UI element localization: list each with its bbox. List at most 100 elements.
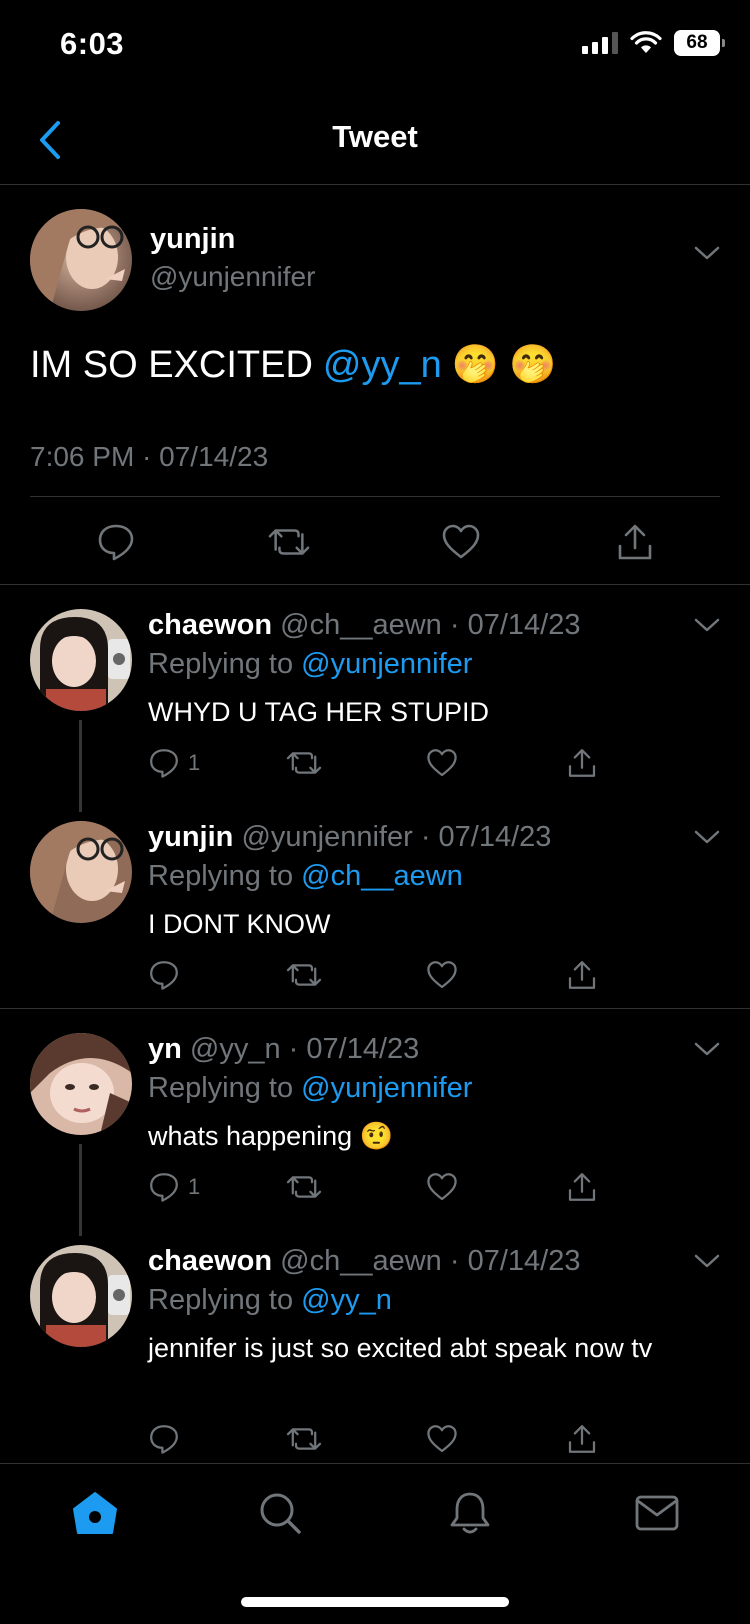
- wifi-icon: [630, 31, 662, 53]
- reply-tweet[interactable]: yunjin @yunjennifer · 07/14/23 Replying …: [0, 797, 750, 1007]
- avatar[interactable]: [30, 1245, 132, 1347]
- tab-messages[interactable]: [632, 1488, 682, 1538]
- retweet-icon: [286, 1176, 322, 1198]
- mention-link[interactable]: @yy_n: [301, 1284, 392, 1316]
- emoji: 🤭: [509, 344, 557, 386]
- like-button[interactable]: [426, 1419, 458, 1459]
- share-button[interactable]: [566, 743, 598, 783]
- avatar[interactable]: [30, 821, 132, 923]
- replying-to: Replying to @ch__aewn: [148, 860, 463, 893]
- retweet-icon: [268, 529, 310, 555]
- reply-actions: 1: [148, 743, 618, 793]
- like-button[interactable]: [440, 521, 482, 563]
- heart-icon: [427, 1425, 457, 1453]
- replying-prefix: Replying to: [148, 1072, 294, 1104]
- heart-icon: [427, 749, 457, 777]
- chevron-down-icon[interactable]: [692, 615, 722, 635]
- share-button[interactable]: [566, 955, 598, 995]
- heart-icon: [442, 524, 480, 559]
- like-button[interactable]: [426, 743, 458, 783]
- share-button[interactable]: [566, 1419, 598, 1459]
- like-button[interactable]: [426, 955, 458, 995]
- status-time: 6:03: [60, 26, 125, 61]
- chevron-down-icon[interactable]: [692, 243, 722, 263]
- replying-to: Replying to @yunjennifer: [148, 648, 472, 681]
- author-name[interactable]: chaewon: [148, 1245, 272, 1277]
- author-handle[interactable]: @yunjennifer: [150, 261, 315, 293]
- author-name[interactable]: yunjin: [148, 821, 233, 853]
- replying-to: Replying to @yy_n: [148, 1284, 392, 1317]
- replying-prefix: Replying to: [148, 860, 294, 892]
- comment-icon: [150, 1173, 178, 1202]
- like-button[interactable]: [426, 1167, 458, 1207]
- reply-text: WHYD U TAG HER STUPID: [148, 697, 490, 727]
- author-name[interactable]: chaewon: [148, 609, 272, 641]
- retweet-button[interactable]: [286, 1419, 322, 1459]
- chevron-down-icon[interactable]: [692, 827, 722, 847]
- page-title: Tweet: [332, 119, 418, 154]
- reply-button[interactable]: [148, 955, 188, 995]
- mention-link[interactable]: @ch__aewn: [301, 860, 463, 892]
- main-tweet: yunjin @yunjennifer IM SO EXCITED @yy_n …: [0, 185, 750, 585]
- reply-header: chaewon @ch__aewn · 07/14/23: [148, 1245, 580, 1278]
- mention-link[interactable]: @yunjennifer: [301, 648, 472, 680]
- replying-prefix: Replying to: [148, 1284, 294, 1316]
- home-icon: [73, 1492, 117, 1534]
- tab-notifications[interactable]: [445, 1488, 495, 1538]
- comment-icon: [150, 1425, 178, 1454]
- retweet-icon: [286, 752, 322, 774]
- search-icon: [260, 1493, 301, 1534]
- signal-icon: [582, 32, 618, 54]
- emoji: 🤭: [451, 344, 500, 386]
- battery-icon: 68: [674, 30, 725, 56]
- avatar[interactable]: [30, 209, 132, 311]
- status-bar: 6:03 68: [0, 0, 750, 90]
- share-icon: [568, 1425, 596, 1453]
- tweet-text: IM SO EXCITED @yy_n 🤭 🤭: [30, 343, 556, 387]
- mention-link[interactable]: @yy_n: [323, 344, 442, 387]
- reply-text: I DONT KNOW: [148, 909, 331, 939]
- retweet-button[interactable]: [268, 521, 310, 563]
- share-icon: [568, 961, 596, 989]
- author-meta: @yy_n · 07/14/23: [189, 1033, 420, 1065]
- reply-tweet[interactable]: chaewon @ch__aewn · 07/14/23 Replying to…: [0, 1221, 750, 1463]
- reply-button[interactable]: 1: [148, 1167, 200, 1207]
- retweet-icon: [286, 1428, 322, 1450]
- reply-count: 1: [188, 750, 201, 775]
- share-icon: [568, 749, 596, 777]
- retweet-button[interactable]: [286, 1167, 322, 1207]
- reply-tweet[interactable]: chaewon @ch__aewn · 07/14/23 Replying to…: [0, 585, 750, 795]
- top-nav: Tweet: [0, 95, 750, 185]
- replying-prefix: Replying to: [148, 648, 294, 680]
- avatar[interactable]: [30, 609, 132, 711]
- chevron-down-icon[interactable]: [692, 1039, 722, 1059]
- chevron-down-icon[interactable]: [692, 1251, 722, 1271]
- author-name[interactable]: yn: [148, 1033, 182, 1065]
- retweet-button[interactable]: [286, 955, 322, 995]
- bell-icon: [450, 1492, 490, 1534]
- reply-button[interactable]: 1: [148, 743, 200, 783]
- share-button[interactable]: [566, 1167, 598, 1207]
- comment-icon: [150, 961, 178, 990]
- tweet-timestamp: 7:06 PM · 07/14/23: [30, 441, 269, 472]
- reply-button[interactable]: [148, 1419, 188, 1459]
- comment-icon: [98, 524, 134, 561]
- author-name[interactable]: yunjin: [150, 223, 235, 256]
- reply-header: yunjin @yunjennifer · 07/14/23: [148, 821, 551, 854]
- battery-level: 68: [686, 32, 708, 53]
- bottom-tab-bar: [0, 1463, 750, 1624]
- share-button[interactable]: [614, 521, 656, 563]
- mention-link[interactable]: @yunjennifer: [301, 1072, 472, 1104]
- divider: [30, 496, 720, 497]
- avatar[interactable]: [30, 1033, 132, 1135]
- author-meta: @yunjennifer · 07/14/23: [241, 821, 552, 853]
- retweet-button[interactable]: [286, 743, 322, 783]
- tab-home[interactable]: [70, 1488, 120, 1538]
- tab-search[interactable]: [255, 1488, 305, 1538]
- author-meta: @ch__aewn · 07/14/23: [280, 1245, 581, 1277]
- reply-button[interactable]: [95, 521, 137, 563]
- reply-count: 1: [188, 1174, 201, 1199]
- reply-text: jennifer is just so excited abt speak no…: [148, 1333, 653, 1363]
- mail-icon: [635, 1495, 679, 1531]
- reply-tweet[interactable]: yn @yy_n · 07/14/23 Replying to @yunjenn…: [0, 1009, 750, 1219]
